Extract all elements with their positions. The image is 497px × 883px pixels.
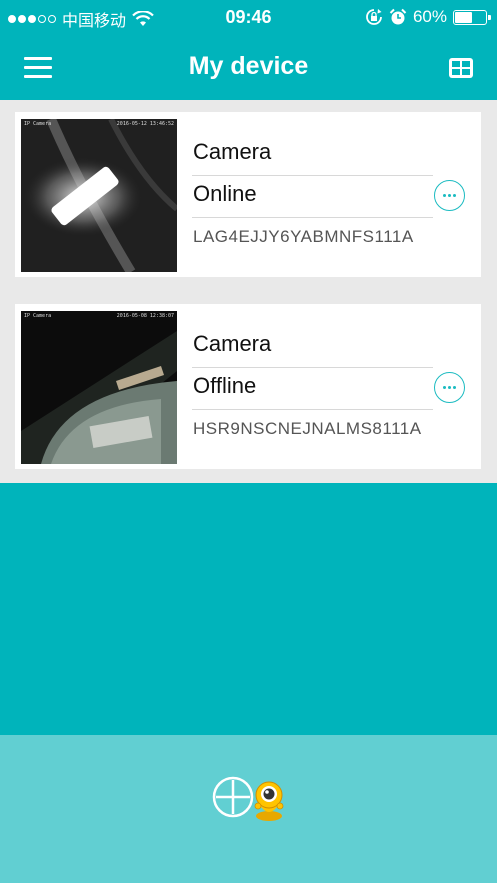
thumbnail-label: IP Camera	[24, 121, 52, 127]
divider	[192, 409, 433, 410]
divider	[192, 367, 433, 368]
alarm-icon	[389, 8, 407, 25]
battery-fill	[455, 11, 472, 23]
mascot-camera-icon[interactable]	[251, 780, 287, 822]
grid-view-icon[interactable]	[445, 52, 477, 84]
nav-bar: My device	[0, 36, 497, 100]
divider	[192, 175, 433, 176]
device-status: Offline	[193, 373, 257, 398]
device-status: Online	[193, 181, 257, 206]
bottom-bar	[0, 735, 497, 883]
camera-thumbnail[interactable]: IP Camera 2016-05-08 12:38:07	[21, 311, 177, 464]
divider	[192, 217, 433, 218]
more-options-icon[interactable]	[434, 372, 465, 403]
device-list: IP Camera 2016-05-12 13:46:52 Camera Onl…	[0, 100, 497, 483]
status-bar: 中国移动 09:46 60%	[0, 0, 497, 36]
battery-icon	[453, 9, 491, 25]
device-card[interactable]: IP Camera 2016-05-08 12:38:07 Camera Off…	[15, 304, 481, 469]
camera-thumbnail[interactable]: IP Camera 2016-05-12 13:46:52	[21, 119, 177, 272]
thumbnail-label: IP Camera	[24, 313, 52, 319]
device-name: Camera	[193, 139, 272, 164]
device-uid: HSR9NSCNEJNALMS8111A	[193, 419, 422, 438]
thumbnail-timestamp: 2016-05-08 12:38:07	[116, 313, 174, 319]
device-card[interactable]: IP Camera 2016-05-12 13:46:52 Camera Onl…	[15, 112, 481, 277]
battery-percent: 60%	[412, 7, 447, 26]
status-right: 60%	[365, 7, 491, 27]
device-uid: LAG4EJJY6YABMNFS111A	[193, 227, 414, 246]
orientation-lock-icon	[366, 9, 382, 25]
add-device-icon[interactable]	[211, 775, 255, 819]
thumbnail-timestamp: 2016-05-12 13:46:52	[116, 121, 174, 127]
device-name: Camera	[193, 331, 272, 356]
page-title: My device	[188, 52, 309, 80]
more-options-icon[interactable]	[434, 180, 465, 211]
